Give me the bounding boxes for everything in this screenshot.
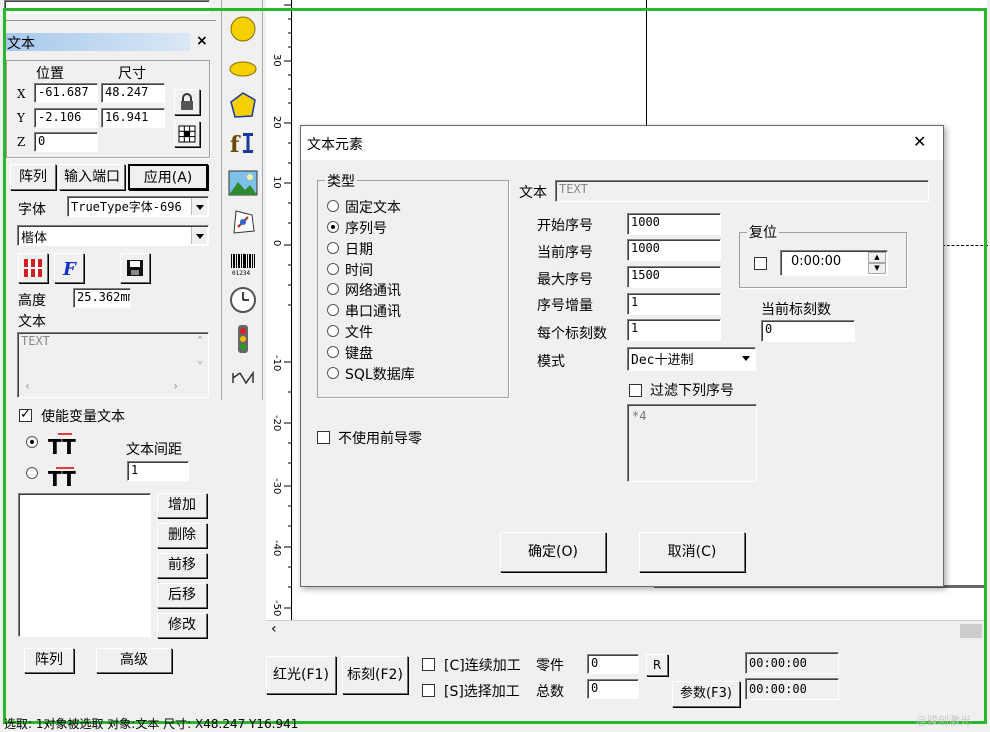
type-radio-0[interactable] <box>327 200 339 212</box>
current-mark-count-input[interactable]: 0 <box>761 320 855 342</box>
time-display-2: 00:00:00 <box>745 678 839 700</box>
mode-select[interactable]: Dec十进制 <box>627 347 756 371</box>
max-serial-input[interactable]: 1500 <box>627 266 721 288</box>
type-radio-label-5: 串口通讯 <box>345 304 401 320</box>
no-leading-zero-label: 不使用前导零 <box>338 431 422 447</box>
reset-r-button[interactable]: R <box>646 654 668 676</box>
type-radio-2[interactable] <box>327 242 339 254</box>
current-mark-count-label: 当前标刻数 <box>761 302 831 318</box>
spin-up-icon[interactable]: ▲ <box>868 252 886 263</box>
serial-inc-label: 序号增量 <box>537 298 593 314</box>
type-group-label: 类型 <box>325 171 357 191</box>
type-radio-label-1: 序列号 <box>345 221 387 237</box>
red-light-button[interactable]: 红光(F1) <box>266 656 336 694</box>
reset-time-input[interactable]: 0:00:00 ▲ ▼ <box>780 250 888 276</box>
type-radio-5[interactable] <box>327 304 339 316</box>
dialog-title: 文本元素 <box>307 137 363 153</box>
serial-inc-input[interactable]: 1 <box>627 293 721 315</box>
parts-input[interactable]: 0 <box>587 654 639 674</box>
cancel-button[interactable]: 取消(C) <box>639 532 745 572</box>
mode-label: 模式 <box>537 354 565 370</box>
type-radio-label-2: 日期 <box>345 242 373 258</box>
type-radio-4[interactable] <box>327 283 339 295</box>
select-process-label: [S]选择加工 <box>444 684 520 700</box>
filter-label: 过滤下列序号 <box>650 383 734 399</box>
type-radio-8[interactable] <box>327 367 339 379</box>
text-element-dialog: 文本元素 ✕ 类型 不使用前导零 文本 TEXT 开始序号 1000 当前序号 … <box>300 125 944 587</box>
total-input[interactable]: 0 <box>587 679 639 699</box>
chevron-down-icon[interactable] <box>738 349 754 369</box>
total-label: 总数 <box>536 684 564 700</box>
type-radio-label-3: 时间 <box>345 263 373 279</box>
spin-down-icon[interactable]: ▼ <box>868 263 886 274</box>
type-radio-label-7: 键盘 <box>345 346 373 362</box>
current-serial-input[interactable]: 1000 <box>627 239 721 261</box>
time-display-1: 00:00:00 <box>745 652 839 674</box>
type-radio-6[interactable] <box>327 325 339 337</box>
reset-time-value: 0:00:00 <box>791 254 842 269</box>
dialog-text-input[interactable]: TEXT <box>555 180 929 202</box>
reset-group-label: 复位 <box>747 222 779 242</box>
type-radio-label-0: 固定文本 <box>345 200 401 216</box>
current-serial-label: 当前序号 <box>537 245 593 261</box>
start-serial-label: 开始序号 <box>537 218 593 234</box>
dialog-text-label: 文本 <box>519 185 547 201</box>
max-serial-label: 最大序号 <box>537 272 593 288</box>
start-serial-input[interactable]: 1000 <box>627 213 721 235</box>
type-radio-1[interactable] <box>327 221 339 233</box>
mode-value: Dec十进制 <box>631 353 694 368</box>
parts-label: 零件 <box>536 658 564 674</box>
status-bar-text: 选取: 1对象被选取 对象:文本 尺寸: X48.247 Y16.941 <box>4 717 299 731</box>
reset-checkbox[interactable] <box>754 257 767 270</box>
per-mark-label: 每个标刻数 <box>537 326 607 342</box>
mark-button[interactable]: 标刻(F2) <box>342 656 408 694</box>
filter-textarea[interactable]: *4 <box>627 404 757 482</box>
per-mark-input[interactable]: 1 <box>627 319 721 341</box>
watermark: @骏创激光 <box>916 714 971 727</box>
continuous-checkbox[interactable] <box>422 658 435 671</box>
dialog-close-icon[interactable]: ✕ <box>913 132 926 151</box>
dialog-title-bar: 文本元素 ✕ <box>301 126 943 160</box>
ok-button[interactable]: 确定(O) <box>500 532 606 572</box>
params-button[interactable]: 参数(F3) <box>672 681 740 707</box>
filter-checkbox[interactable] <box>629 384 642 397</box>
no-leading-zero-checkbox[interactable] <box>317 431 330 444</box>
type-radio-3[interactable] <box>327 263 339 275</box>
type-radio-label-4: 网络通讯 <box>345 283 401 299</box>
continuous-label: [C]连续加工 <box>444 658 521 674</box>
type-radio-7[interactable] <box>327 346 339 358</box>
select-process-checkbox[interactable] <box>422 684 435 697</box>
type-radio-label-8: SQL数据库 <box>345 367 415 383</box>
type-radio-label-6: 文件 <box>345 325 373 341</box>
